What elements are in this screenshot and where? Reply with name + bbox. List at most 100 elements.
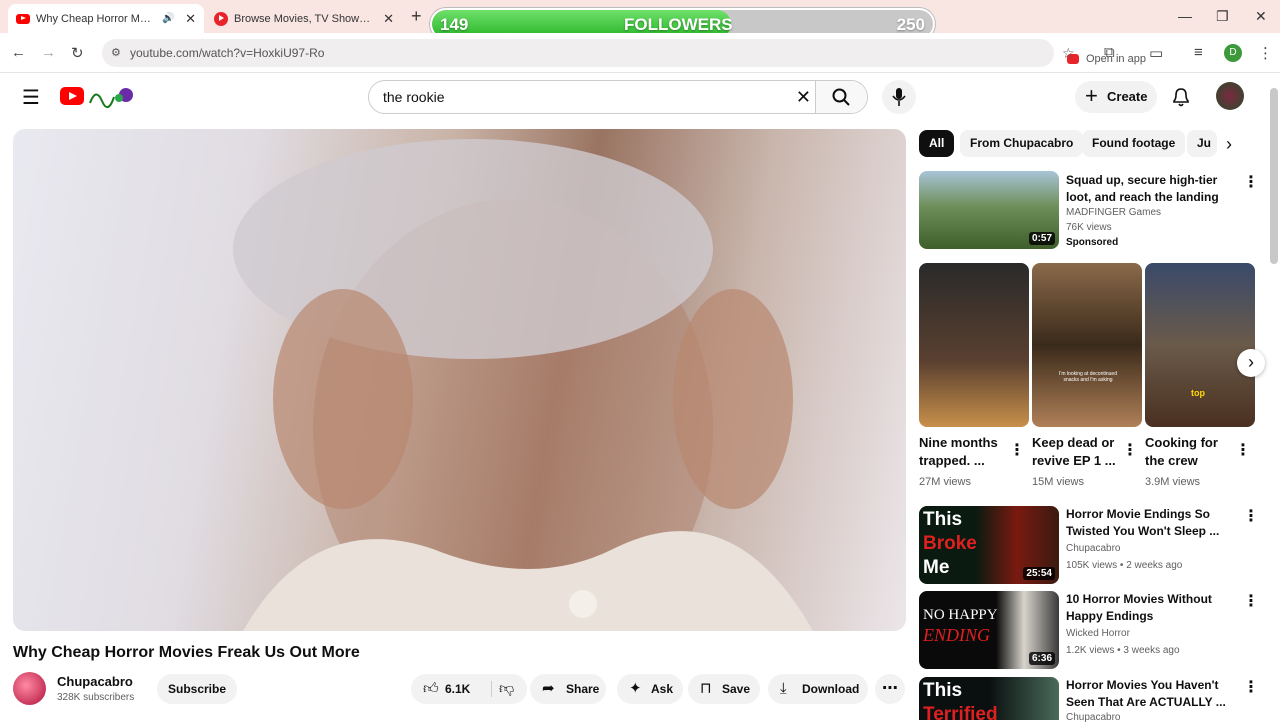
shorts-next-button[interactable]: › [1237,349,1265,377]
doodle-logo[interactable] [86,83,138,109]
chip-truncated[interactable]: Ju [1187,130,1217,157]
open-in-app-label: Open in app [1086,53,1146,65]
notifications-bell-icon[interactable] [1171,86,1191,108]
bookmark-star-icon[interactable]: ☆ [1062,39,1075,67]
extensions-icon[interactable]: ⧉ [1104,44,1115,61]
dislike-icon[interactable]: 👎︎ [499,674,514,704]
tab-title: Browse Movies, TV Shows - yFlix [234,12,374,25]
search-button[interactable] [815,81,867,113]
youtube-logo[interactable] [60,87,84,105]
more-options-icon[interactable]: ⋮ [1235,440,1251,460]
create-label: Create [1107,89,1148,104]
rec-thumbnail[interactable]: NO HAPPY ENDING 6:36 [919,591,1059,669]
rec-stats: 76K views [1066,222,1112,233]
profile-avatar[interactable]: D [1224,44,1242,62]
audio-icon[interactable]: 🔊 [162,13,174,24]
tab-close-icon[interactable]: ✕ [383,11,394,27]
rec-title[interactable]: 10 Horror Movies Without Happy Endings [1066,591,1236,625]
sparkle-icon: ✦ [629,680,642,697]
short-title[interactable]: Cooking for the crew [1145,434,1225,470]
like-icon[interactable]: 👍︎ [423,674,439,704]
short-title[interactable]: Keep dead or revive EP 1 ... [1032,434,1118,470]
more-options-icon[interactable]: ⋮ [1243,506,1259,526]
more-options-icon[interactable]: ⋮ [1243,591,1259,611]
chip-from-channel[interactable]: From Chupacabro [960,130,1084,157]
channel-name[interactable]: Chupacabro [57,674,133,689]
tab-yflix[interactable]: Browse Movies, TV Shows - yFlix ✕ [206,4,402,33]
rec-stats: 1.2K views • 3 weeks ago [1066,645,1180,656]
clear-search-icon[interactable]: ✕ [796,81,811,113]
duration-badge: 0:57 [1028,232,1055,245]
rec-channel[interactable]: MADFINGER Games [1066,207,1161,218]
more-actions-button[interactable]: ⋯ [875,674,905,704]
rec-thumbnail[interactable]: 0:57 [919,171,1059,249]
like-count[interactable]: 6.1K [445,674,470,704]
more-options-icon[interactable]: ⋮ [1243,172,1259,192]
url-bar[interactable]: ⚙ youtube.com/watch?v=HoxkiU97-Ro Open i… [102,39,1154,70]
short-thumbnail[interactable] [919,263,1029,427]
tab-close-icon[interactable]: ✕ [185,11,196,27]
share-label: Share [566,682,600,696]
forward-icon[interactable]: → [41,44,56,61]
short-thumbnail[interactable]: I'm looking at decontinued snacks and I'… [1032,263,1142,427]
rec-channel[interactable]: Wicked Horror [1066,628,1130,639]
rec-channel[interactable]: Chupacabro [1066,712,1120,723]
subscribe-button[interactable]: Subscribe [157,674,237,704]
rec-title[interactable]: Squad up, secure high-tier loot, and rea… [1066,172,1236,206]
more-options-icon[interactable]: ⋮ [1122,440,1138,460]
video-player[interactable] [13,129,906,631]
download-button[interactable]: ⤓ Download [768,674,868,704]
followers-label: FOLLOWERS [624,15,733,34]
url-text: youtube.com/watch?v=HoxkiU97-Ro [130,46,325,60]
back-icon[interactable]: ← [11,44,26,61]
maximize-button[interactable]: ❐ [1216,8,1229,25]
voice-search-button[interactable] [882,80,916,114]
browser-toolbar: ← → ↻ ⚙ youtube.com/watch?v=HoxkiU97-Ro … [0,33,1280,73]
short-views: 3.9M views [1145,476,1201,488]
chips-next-icon[interactable]: › [1226,134,1232,155]
site-info-icon[interactable]: ⚙ [111,39,121,67]
more-options-icon[interactable]: ⋮ [1009,440,1025,460]
youtube-favicon-icon [16,13,30,24]
chrome-menu-icon[interactable]: ⋮ [1258,44,1273,62]
hamburger-menu-icon[interactable]: ☰ [22,85,40,110]
chip-all[interactable]: All [919,130,955,157]
short-title[interactable]: Nine months trapped. ... [919,434,999,470]
search-input[interactable]: the rookie ✕ [368,80,868,114]
rec-thumbnail[interactable]: This Terrified [919,677,1059,720]
save-label: Save [722,682,751,696]
share-icon: ➦ [542,680,555,697]
chip-found-footage[interactable]: Found footage [1082,130,1186,157]
page-scrollbar[interactable] [1270,88,1278,264]
microphone-icon [892,88,906,106]
more-options-icon[interactable]: ⋮ [1243,677,1259,697]
new-tab-button[interactable]: + [411,6,422,27]
download-icon: ⤓ [780,680,787,697]
bookmark-icon: ⊓ [700,680,712,697]
short-overlay-text: I'm looking at decontinued snacks and I'… [1059,371,1117,383]
channel-avatar[interactable] [13,672,46,705]
save-button[interactable]: ⊓ Save [688,674,760,704]
search-icon [832,88,850,106]
cast-icon[interactable]: ▭ [1149,44,1163,62]
media-controls-icon[interactable]: ≡ [1194,44,1203,61]
rec-channel[interactable]: Chupacabro [1066,543,1120,554]
minimize-button[interactable]: — [1178,8,1192,24]
window-close-button[interactable]: ✕ [1255,8,1267,25]
tab-current[interactable]: Why Cheap Horror Movies Freak Us Out Mor… [8,4,204,33]
reload-icon[interactable]: ↻ [71,44,84,62]
ask-label: Ask [651,682,674,696]
short-views: 27M views [919,476,971,488]
search-query: the rookie [383,89,445,105]
rec-title[interactable]: Horror Movies You Haven't Seen That Are … [1066,677,1236,711]
duration-badge: 6:36 [1028,652,1055,665]
create-button[interactable]: Create [1075,80,1157,113]
rec-thumbnail[interactable]: This Broke Me 25:54 [919,506,1059,584]
ask-button[interactable]: ✦ Ask [617,674,683,704]
short-thumbnail[interactable]: top [1145,263,1255,427]
yflix-favicon-icon [214,11,228,26]
rec-title[interactable]: Horror Movie Endings So Twisted You Won'… [1066,506,1236,540]
account-avatar[interactable] [1216,82,1244,110]
share-button[interactable]: ➦ Share [530,674,606,704]
like-dislike-group: 👍︎ 6.1K 👎︎ [411,674,527,704]
